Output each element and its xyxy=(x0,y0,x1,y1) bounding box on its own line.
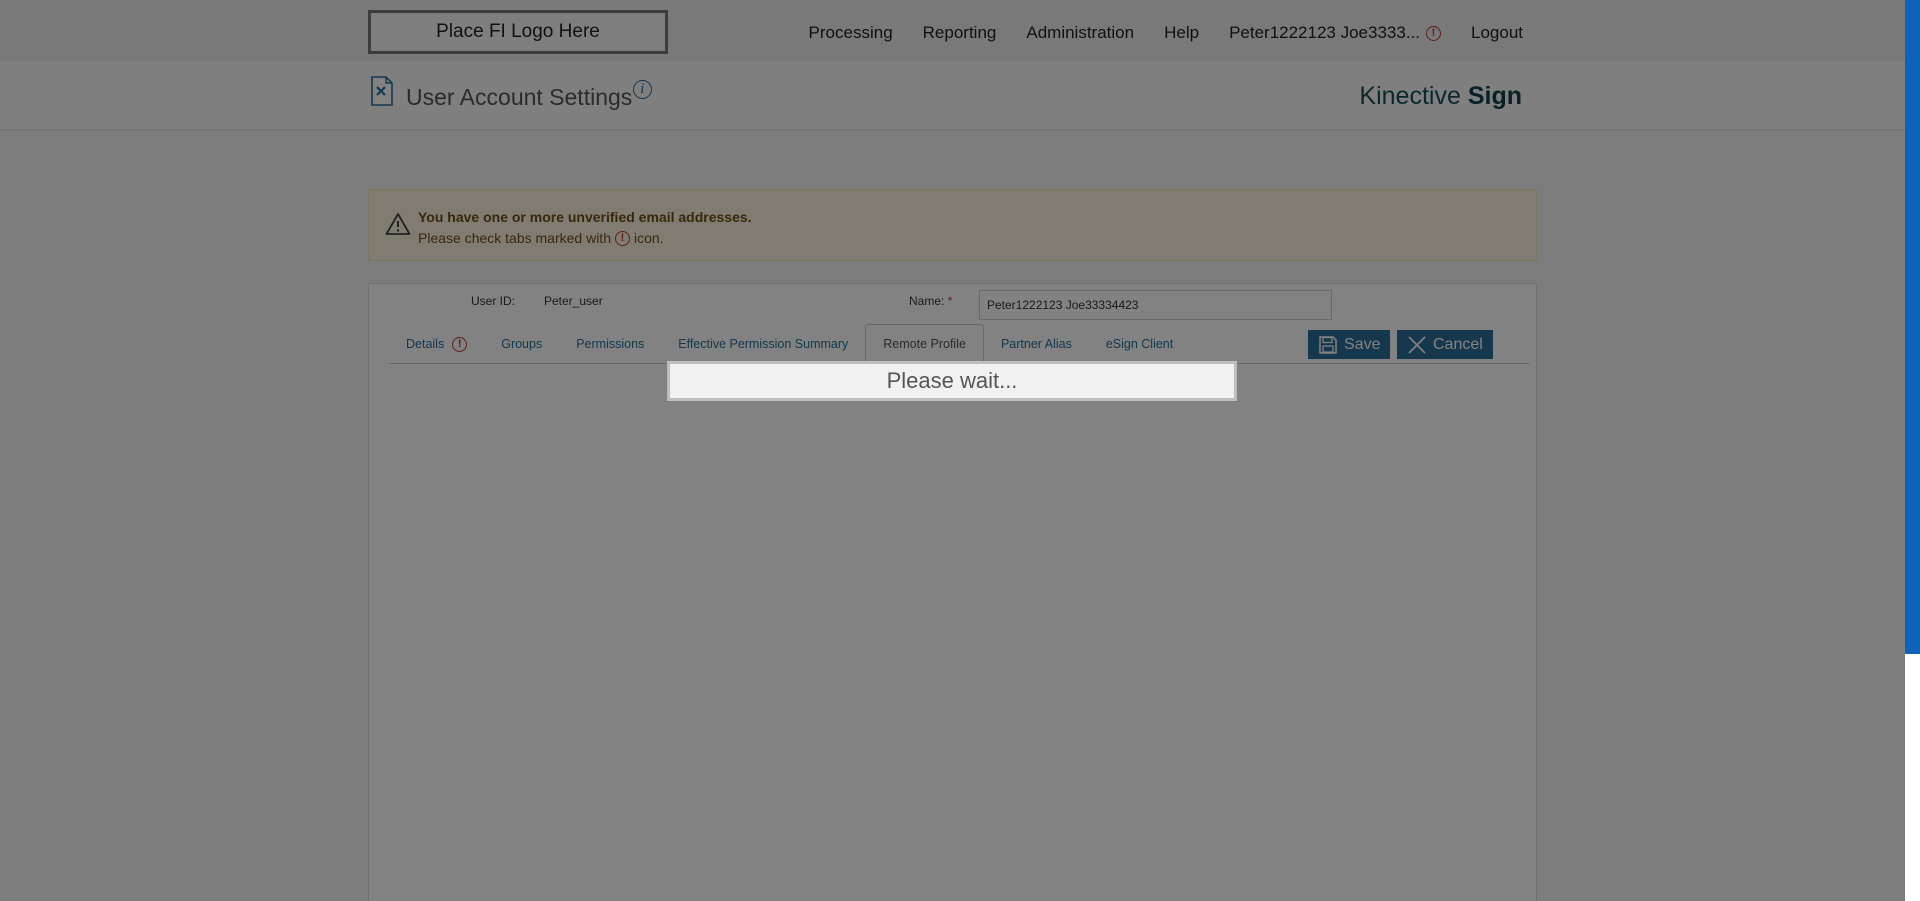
scrollbar-thumb[interactable] xyxy=(1905,0,1920,654)
loading-overlay xyxy=(0,0,1905,901)
please-wait-dialog: Please wait... xyxy=(667,361,1237,401)
